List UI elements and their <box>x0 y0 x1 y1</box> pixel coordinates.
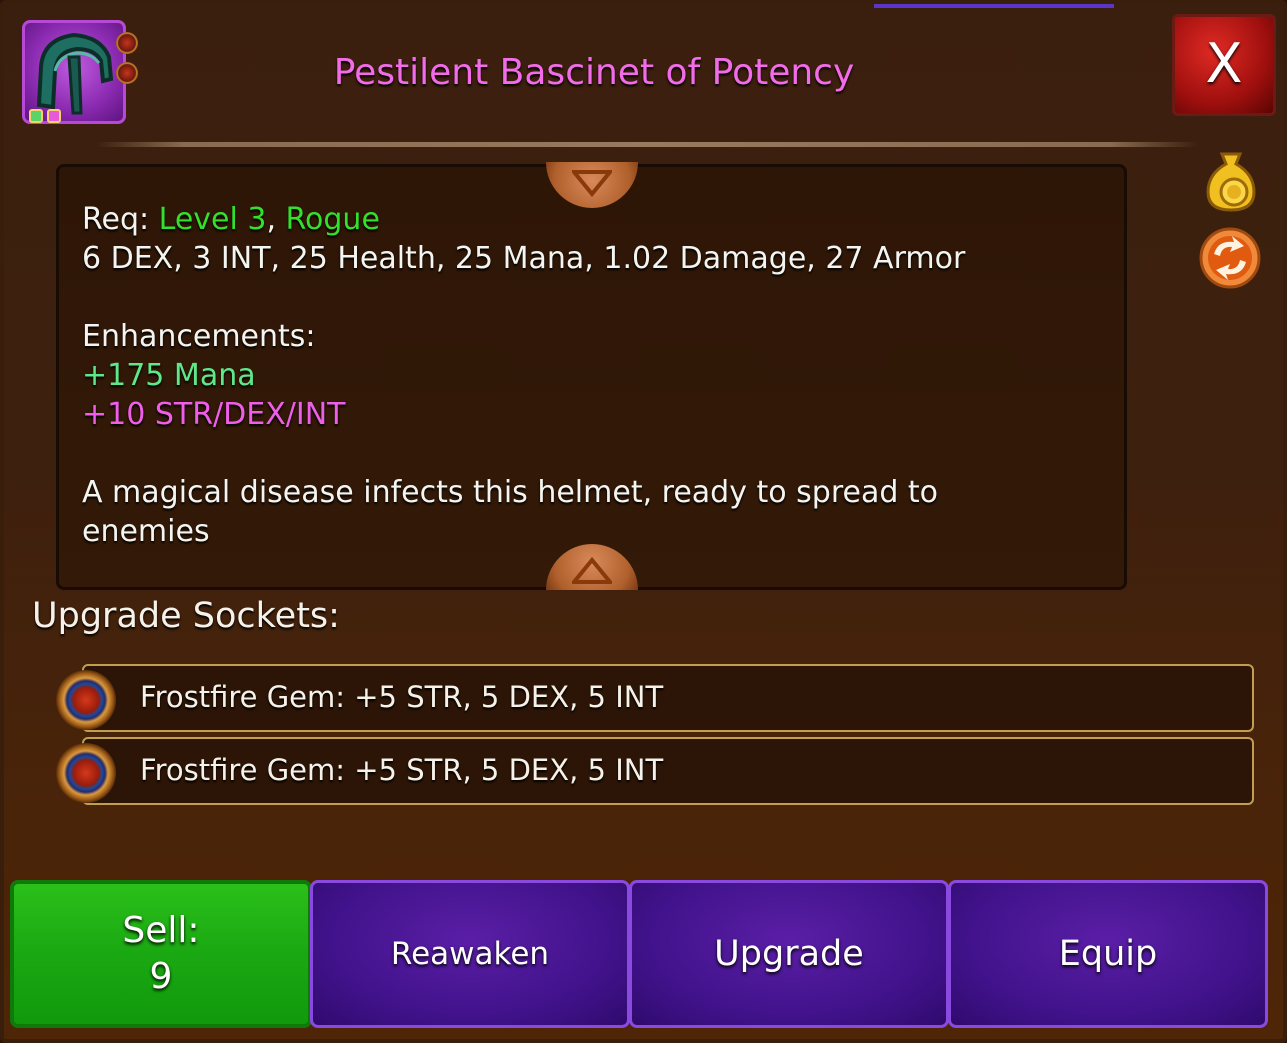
close-button[interactable]: X <box>1172 14 1276 116</box>
chevron-down-icon <box>572 170 612 198</box>
chevron-up-icon <box>572 556 612 584</box>
gem-icon <box>56 670 116 730</box>
gem-icon <box>116 32 138 54</box>
enhancements-header: Enhancements: <box>82 319 316 354</box>
enhancement-mana: +175 Mana <box>82 358 256 393</box>
item-description: Req: Level 3, Rogue 6 DEX, 3 INT, 25 Hea… <box>82 200 1102 551</box>
item-detail-window: Pestilent Bascinet of Potency X Req: Lev… <box>0 0 1287 1043</box>
green-socket-dot <box>29 109 43 123</box>
sell-price: 9 <box>149 956 173 997</box>
gold-bag-icon[interactable] <box>1200 148 1262 214</box>
equip-button[interactable]: Equip <box>948 880 1268 1028</box>
socket-label: Frostfire Gem: +5 STR, 5 DEX, 5 INT <box>140 753 664 787</box>
req-class: Rogue <box>285 202 380 237</box>
upgrade-button[interactable]: Upgrade <box>629 880 949 1028</box>
socket-label: Frostfire Gem: +5 STR, 5 DEX, 5 INT <box>140 680 664 714</box>
item-stats: 6 DEX, 3 INT, 25 Health, 25 Mana, 1.02 D… <box>82 241 966 276</box>
upgrade-sockets-title: Upgrade Sockets: <box>32 596 340 636</box>
helmet-icon <box>22 20 126 124</box>
reawaken-button[interactable]: Reawaken <box>310 880 630 1028</box>
title-divider <box>96 142 1198 147</box>
flavor-text-line-2: enemies <box>82 514 210 549</box>
requirements-line: Req: Level 3, Rogue <box>82 200 1102 239</box>
req-level: Level 3 <box>158 202 267 237</box>
top-accent-line <box>874 4 1114 8</box>
socket-row[interactable]: Frostfire Gem: +5 STR, 5 DEX, 5 INT <box>56 664 1254 732</box>
socket-row[interactable]: Frostfire Gem: +5 STR, 5 DEX, 5 INT <box>56 737 1254 805</box>
item-title: Pestilent Bascinet of Potency <box>333 52 855 93</box>
gem-icon <box>56 743 116 803</box>
flavor-text-line-1: A magical disease infects this helmet, r… <box>82 475 939 510</box>
req-label: Req: <box>82 202 159 237</box>
pink-socket-dot <box>47 109 61 123</box>
sell-label: Sell: <box>122 910 200 951</box>
swap-arrows-icon[interactable] <box>1198 226 1262 290</box>
gem-icon <box>116 62 138 84</box>
sell-button[interactable]: Sell: 9 <box>10 880 312 1028</box>
enhancement-stats: +10 STR/DEX/INT <box>82 397 346 432</box>
req-separator: , <box>266 202 286 237</box>
